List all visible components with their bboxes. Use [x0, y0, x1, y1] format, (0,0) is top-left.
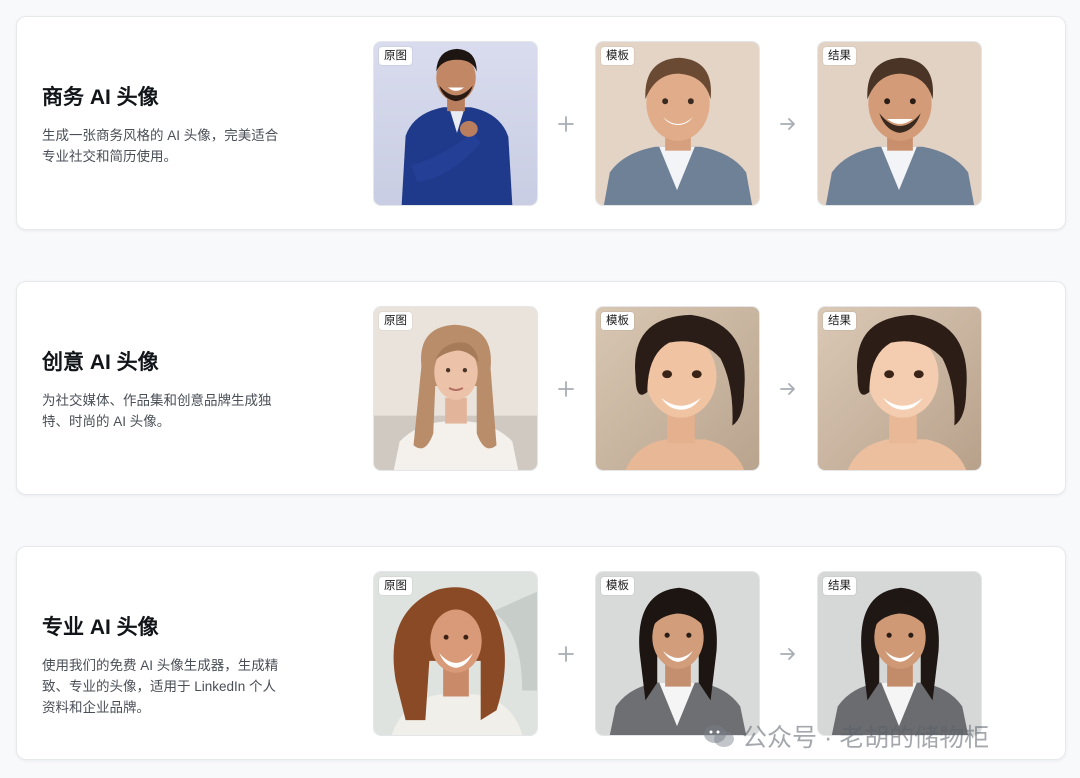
creative-result-image	[818, 307, 981, 470]
card-description: 使用我们的免费 AI 头像生成器，生成精致、专业的头像，适用于 LinkedIn…	[42, 658, 279, 715]
business-man-original-image	[374, 42, 537, 205]
wechat-icon	[704, 725, 734, 747]
watermark: 公众号 · 老胡的储物柜	[702, 718, 989, 754]
professional-woman-original-image	[374, 572, 537, 735]
tile-label: 结果	[823, 577, 856, 595]
tile-label: 模板	[601, 47, 634, 65]
tile-label: 原图	[379, 47, 412, 65]
original-photo: 原图	[373, 41, 538, 206]
template-photo[interactable]: 模板	[595, 306, 760, 471]
tile-label: 原图	[379, 577, 412, 595]
creative-template-image	[596, 307, 759, 470]
card-title: 创意 AI 头像	[42, 351, 159, 374]
template-card-creative[interactable]: 创意 AI 头像 为社交媒体、作品集和创意品牌生成独特、时尚的 AI 头像。 原…	[16, 281, 1066, 495]
arrow-right-icon	[778, 379, 798, 399]
watermark-text: 公众号 · 老胡的储物柜	[742, 724, 990, 752]
plus-icon	[556, 379, 576, 399]
card-text-block: 创意 AI 头像 为社交媒体、作品集和创意品牌生成独特、时尚的 AI 头像。	[42, 282, 292, 494]
card-text-block: 商务 AI 头像 生成一张商务风格的 AI 头像，完美适合专业社交和简历使用。	[42, 17, 292, 229]
business-result-image	[818, 42, 981, 205]
template-card-business[interactable]: 商务 AI 头像 生成一张商务风格的 AI 头像，完美适合专业社交和简历使用。 …	[16, 16, 1066, 230]
template-photo[interactable]: 模板	[595, 41, 760, 206]
arrow-right-icon	[778, 114, 798, 134]
tile-label: 结果	[823, 312, 856, 330]
professional-result-image	[818, 572, 981, 735]
card-description: 为社交媒体、作品集和创意品牌生成独特、时尚的 AI 头像。	[42, 393, 272, 429]
result-photo[interactable]: 结果	[817, 571, 982, 736]
card-text-block: 专业 AI 头像 使用我们的免费 AI 头像生成器，生成精致、专业的头像，适用于…	[42, 547, 292, 759]
professional-template-image	[596, 572, 759, 735]
tile-label: 结果	[823, 47, 856, 65]
plus-icon	[556, 644, 576, 664]
card-title: 专业 AI 头像	[42, 616, 159, 639]
original-photo: 原图	[373, 571, 538, 736]
arrow-right-icon	[778, 644, 798, 664]
tile-label: 模板	[601, 577, 634, 595]
business-template-image	[596, 42, 759, 205]
plus-icon	[556, 114, 576, 134]
creative-woman-original-image	[374, 307, 537, 470]
result-photo[interactable]: 结果	[817, 306, 982, 471]
original-photo: 原图	[373, 306, 538, 471]
tile-label: 模板	[601, 312, 634, 330]
template-photo[interactable]: 模板	[595, 571, 760, 736]
tile-label: 原图	[379, 312, 412, 330]
card-description: 生成一张商务风格的 AI 头像，完美适合专业社交和简历使用。	[42, 128, 279, 164]
result-photo[interactable]: 结果	[817, 41, 982, 206]
card-title: 商务 AI 头像	[42, 86, 159, 109]
